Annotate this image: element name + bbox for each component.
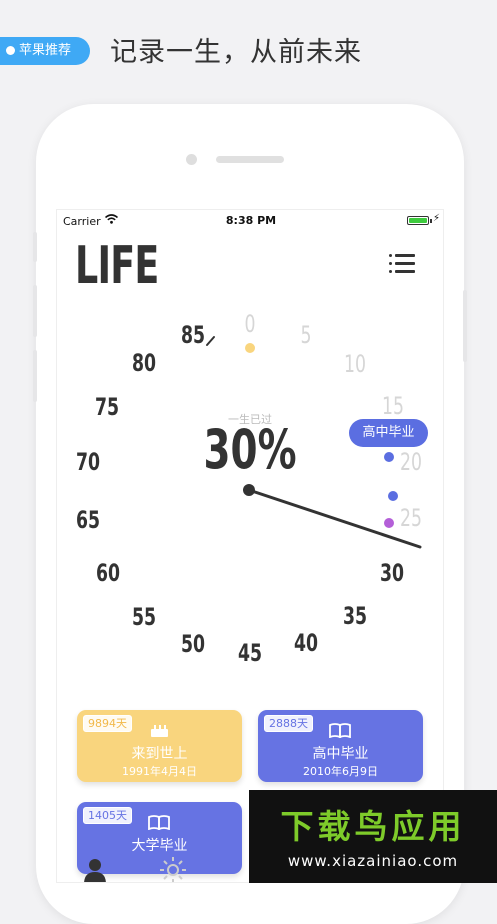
milestone-dot-college [388,491,398,501]
milestone-bubble[interactable]: 高中毕业 [349,419,428,447]
life-dial: 0 5 10 15 20 25 30 35 40 45 50 55 60 65 70 75 80 85 一生已过 … [57,210,443,882]
milestone-dot-highschool [384,452,394,462]
app-screen: Carrier 8:38 PM ⚡ LIFE 0 5 10 15 20 25 30 35 40 4… [56,209,444,883]
apple-icon [6,46,15,55]
milestone-card[interactable]: 9894天 来到世上 1991年4月4日 [77,710,242,782]
card-date: 2010年6月9日 [303,765,378,778]
volume-up-button [33,285,37,337]
watermark-title: 下载鸟应用 [280,807,466,846]
volume-down-button [33,350,37,402]
mute-switch [33,232,37,262]
card-title: 来到世上 [131,746,188,762]
dial-center [243,484,255,496]
current-marker [206,336,215,346]
sun-icon [160,857,186,882]
promo-headline: 记录一生，从前未来 [110,37,362,68]
badge-label: 苹果推荐 [19,43,72,58]
earpiece-speaker [216,156,284,163]
front-camera [186,154,197,165]
book-icon [329,723,351,738]
dial-graphics [206,336,422,549]
milestone-dot-other [384,518,394,528]
milestone-card[interactable]: 2888天 高中毕业 2010年6月9日 [258,710,423,782]
power-button [463,290,467,362]
milestone-dot-birth [245,343,255,353]
watermark-url: www.xiazainiao.com [287,852,459,870]
person-icon [84,859,106,882]
cake-icon [151,725,168,737]
card-date: 1991年4月4日 [122,765,197,778]
elapsed-percent: 30% [203,418,297,481]
card-title: 高中毕业 [312,746,369,762]
card-title: 大学毕业 [131,838,188,854]
promo-header: 苹果推荐 记录一生，从前未来 [0,0,497,100]
watermark: 下载鸟应用 www.xiazainiao.com [249,790,497,883]
recommend-badge: 苹果推荐 [0,37,90,65]
book-icon [148,815,170,830]
